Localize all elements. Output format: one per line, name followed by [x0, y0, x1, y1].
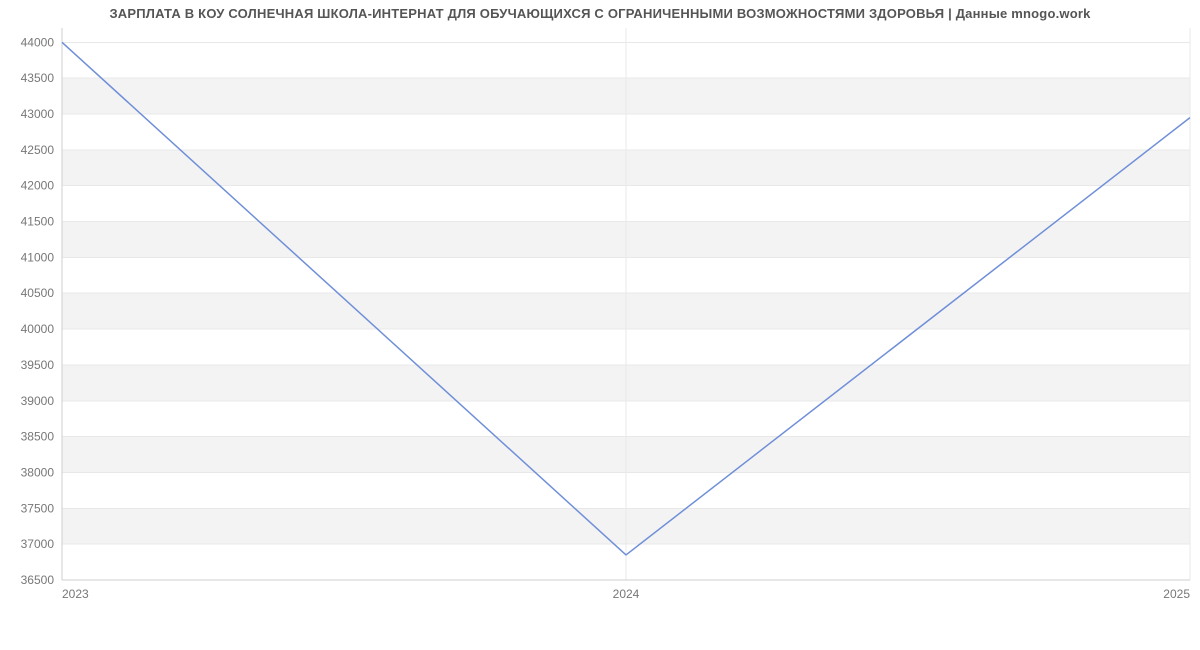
x-tick-label: 2025: [1163, 587, 1190, 601]
y-tick-label: 43500: [21, 71, 55, 85]
y-tick-label: 36500: [21, 573, 55, 587]
salary-line-chart: ЗАРПЛАТА В КОУ СОЛНЕЧНАЯ ШКОЛА-ИНТЕРНАТ …: [0, 0, 1200, 650]
y-tick-label: 43000: [21, 107, 55, 121]
y-tick-label: 37000: [21, 537, 55, 551]
x-tick-label: 2023: [62, 587, 89, 601]
chart-canvas: 36500 37000 37500 38000 38500 39000 39500 40000…: [0, 0, 1200, 650]
y-tick-label: 37500: [21, 501, 55, 515]
y-tick-label: 41500: [21, 215, 55, 229]
y-tick-label: 40500: [21, 286, 55, 300]
y-tick-label: 41000: [21, 250, 55, 264]
y-tick-label: 42000: [21, 179, 55, 193]
y-tick-label: 38000: [21, 465, 55, 479]
y-tick-label: 39500: [21, 358, 55, 372]
y-tick-label: 42500: [21, 143, 55, 157]
y-tick-label: 40000: [21, 322, 55, 336]
y-tick-label: 38500: [21, 430, 55, 444]
y-tick-label: 39000: [21, 394, 55, 408]
x-tick-label: 2024: [613, 587, 640, 601]
y-tick-label: 44000: [21, 35, 55, 49]
